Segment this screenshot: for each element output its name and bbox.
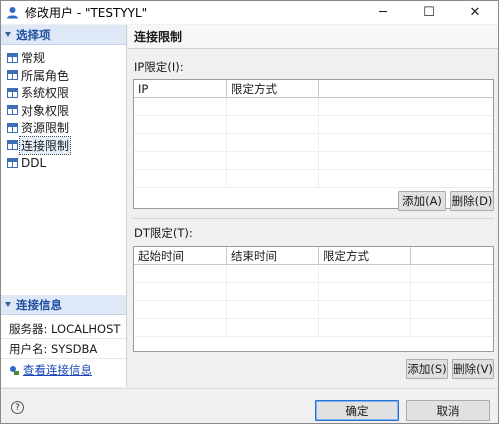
section-divider xyxy=(133,218,494,219)
options-list: 常规 所属角色 系统权限 对象权限 资源限制 连接限制 DDL xyxy=(1,45,126,172)
table-row xyxy=(134,283,493,301)
ip-limit-label: IP限定(I): xyxy=(134,60,184,74)
table-icon xyxy=(7,140,18,151)
dt-delete-button[interactable]: 删除(V) xyxy=(452,359,494,379)
table-icon xyxy=(7,52,18,63)
ip-table-header: IP 限定方式 xyxy=(134,80,493,98)
main-content: 连接限制 IP限定(I): IP 限定方式 添加(A) 删除(D) DT限定(T… xyxy=(128,25,498,387)
server-info: 服务器: LOCALHOST xyxy=(1,319,126,339)
sidebar-item-label: 系统权限 xyxy=(21,86,70,101)
maximize-icon: ☐ xyxy=(423,5,435,20)
table-row xyxy=(134,301,493,319)
sidebar-item-label: DDL xyxy=(21,155,47,170)
table-row xyxy=(134,134,493,152)
connection-section-title: 连接信息 xyxy=(16,297,62,312)
table-row xyxy=(134,319,493,337)
window-title: 修改用户 - "TESTYYL" xyxy=(25,6,148,20)
ok-button[interactable]: 确定 xyxy=(315,400,399,421)
table-icon xyxy=(7,157,18,168)
connection-section-header[interactable]: 连接信息 xyxy=(1,295,126,315)
sidebar-item-ddl[interactable]: DDL xyxy=(1,154,126,172)
table-row xyxy=(134,116,493,134)
options-section-header[interactable]: 选择项 xyxy=(1,25,126,45)
username-info: 用户名: SYSDBA xyxy=(1,339,126,359)
ip-limit-table[interactable]: IP 限定方式 xyxy=(133,79,494,209)
minimize-button[interactable]: ─ xyxy=(360,1,406,24)
table-row xyxy=(134,98,493,116)
ip-column-header[interactable]: IP xyxy=(134,80,227,97)
view-connection-link-text: 查看连接信息 xyxy=(23,363,92,377)
sidebar-item-connection-limits[interactable]: 连接限制 xyxy=(1,135,126,155)
collapse-triangle-icon xyxy=(5,32,11,37)
dt-limit-label: DT限定(T): xyxy=(134,226,193,240)
sidebar-item-general[interactable]: 常规 xyxy=(1,49,126,67)
table-row xyxy=(134,170,493,188)
sidebar-item-system-privileges[interactable]: 系统权限 xyxy=(1,84,126,102)
connection-link-icon xyxy=(10,365,19,375)
options-panel: 选择项 常规 所属角色 系统权限 对象权限 资源限制 连接限制 DDL 连接信息… xyxy=(1,25,127,387)
sidebar-item-roles[interactable]: 所属角色 xyxy=(1,67,126,85)
dt-table-header: 起始时间 结束时间 限定方式 xyxy=(134,247,493,265)
sidebar-item-label: 资源限制 xyxy=(21,121,70,136)
maximize-button[interactable]: ☐ xyxy=(406,1,452,24)
start-time-column-header[interactable]: 起始时间 xyxy=(134,247,227,264)
dt-add-button[interactable]: 添加(S) xyxy=(406,359,448,379)
user-icon xyxy=(7,7,18,19)
help-icon[interactable]: ? xyxy=(11,401,24,414)
limit-mode-column-header[interactable]: 限定方式 xyxy=(227,80,319,97)
table-icon xyxy=(7,105,18,116)
close-icon: ✕ xyxy=(469,5,481,20)
close-button[interactable]: ✕ xyxy=(452,1,498,24)
view-connection-link[interactable]: 查看连接信息 xyxy=(1,359,126,381)
ip-add-button[interactable]: 添加(A) xyxy=(398,191,446,211)
cancel-button[interactable]: 取消 xyxy=(406,400,490,421)
table-row xyxy=(134,265,493,283)
limit-mode-column-header[interactable]: 限定方式 xyxy=(319,247,411,264)
ip-table-body xyxy=(134,98,493,188)
dt-table-body xyxy=(134,265,493,337)
sidebar-item-object-privileges[interactable]: 对象权限 xyxy=(1,102,126,120)
sidebar-item-label: 常规 xyxy=(21,51,46,66)
connection-info-section: 连接信息 服务器: LOCALHOST 用户名: SYSDBA 查看连接信息 xyxy=(1,295,126,381)
collapse-triangle-icon xyxy=(5,302,11,307)
dt-limit-table[interactable]: 起始时间 结束时间 限定方式 xyxy=(133,246,494,352)
sidebar-item-label: 所属角色 xyxy=(21,68,70,83)
sidebar-item-label: 连接限制 xyxy=(18,135,72,155)
ip-delete-button[interactable]: 删除(D) xyxy=(450,191,494,211)
page-title: 连接限制 xyxy=(128,25,498,49)
table-icon xyxy=(7,70,18,81)
options-section-title: 选择项 xyxy=(16,27,51,42)
table-icon xyxy=(7,87,18,98)
sidebar-item-label: 对象权限 xyxy=(21,103,70,118)
table-icon xyxy=(7,122,18,133)
sidebar-item-resource-limits[interactable]: 资源限制 xyxy=(1,119,126,137)
end-time-column-header[interactable]: 结束时间 xyxy=(227,247,319,264)
title-bar[interactable]: 修改用户 - "TESTYYL" ─ ☐ ✕ xyxy=(1,1,498,24)
dialog-footer: ? 确定 取消 xyxy=(1,388,498,423)
table-row xyxy=(134,152,493,170)
dialog-window: 修改用户 - "TESTYYL" ─ ☐ ✕ 选择项 常规 所属角色 系统权限 … xyxy=(0,0,499,424)
minimize-icon: ─ xyxy=(379,5,387,20)
